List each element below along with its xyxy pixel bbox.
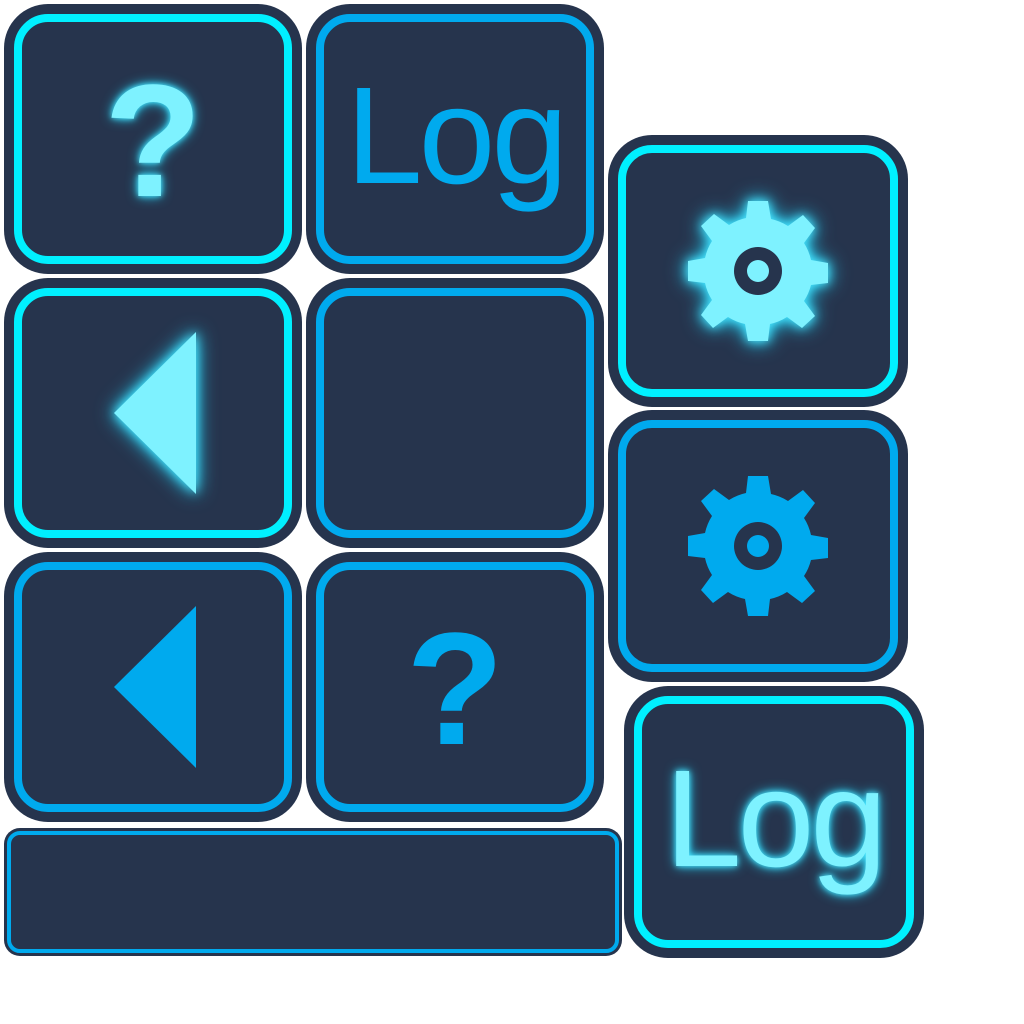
log-button-normal[interactable]: Log — [306, 4, 604, 274]
log-button-hover[interactable]: Log — [624, 686, 924, 958]
triangle-left-icon — [114, 332, 196, 494]
settings-button-normal[interactable] — [608, 410, 908, 682]
triangle-left-icon — [114, 606, 196, 768]
back-button-frame — [14, 562, 292, 812]
help-button-frame: ? — [316, 562, 594, 812]
log-label: Log — [664, 742, 887, 896]
help-button-hover[interactable]: ? — [4, 4, 302, 274]
blank-button-normal[interactable] — [306, 278, 604, 548]
help-label: ? — [104, 51, 202, 230]
back-button-normal[interactable] — [4, 552, 302, 822]
button-sprite-sheet: ? Log ? Log — [0, 0, 1024, 1024]
settings-button-frame — [618, 145, 898, 397]
back-button-hover[interactable] — [4, 278, 302, 548]
help-label: ? — [406, 599, 504, 778]
settings-button-frame — [618, 420, 898, 672]
help-button-frame: ? — [14, 14, 292, 264]
settings-button-hover[interactable] — [608, 135, 908, 407]
back-button-frame — [14, 288, 292, 538]
log-button-frame: Log — [316, 14, 594, 264]
log-button-frame: Log — [634, 696, 914, 948]
log-label: Log — [345, 59, 568, 213]
gear-icon — [688, 201, 828, 341]
blank-button-frame — [316, 288, 594, 538]
gear-icon — [688, 476, 828, 616]
help-button-normal[interactable]: ? — [306, 552, 604, 822]
wide-bar-button[interactable] — [4, 828, 622, 956]
wide-bar-frame — [7, 831, 619, 953]
